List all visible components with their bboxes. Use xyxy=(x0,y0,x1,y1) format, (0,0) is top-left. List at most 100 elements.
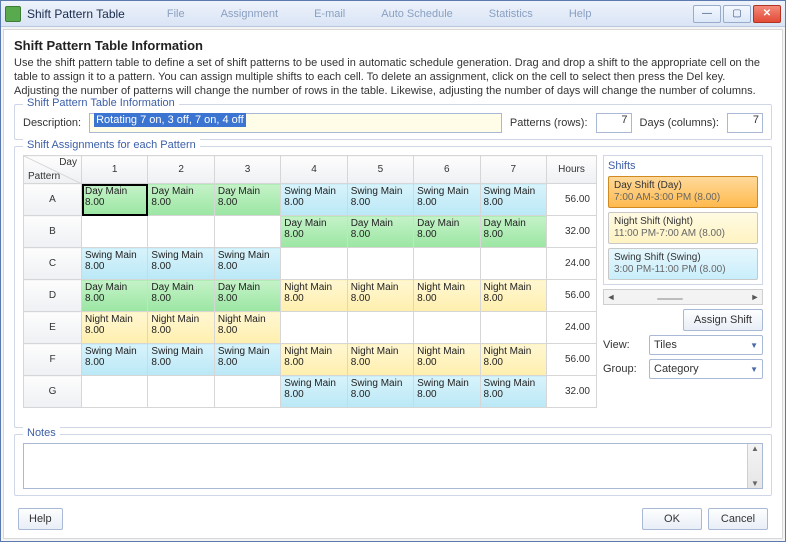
pattern-cell[interactable]: Night Main8.00 xyxy=(414,280,480,312)
info-legend: Shift Pattern Table Information xyxy=(23,97,179,109)
pattern-cell[interactable]: Swing Main8.00 xyxy=(214,248,280,280)
ok-button[interactable]: OK xyxy=(642,508,702,530)
pattern-cell[interactable]: Swing Main8.00 xyxy=(347,376,413,408)
pattern-table[interactable]: DayPattern1234567HoursADay Main8.00Day M… xyxy=(23,155,597,408)
days-input[interactable]: 7 xyxy=(727,113,763,133)
pattern-cell[interactable]: Night Main8.00 xyxy=(347,344,413,376)
info-fieldset: Shift Pattern Table Information Descript… xyxy=(14,104,772,140)
shifts-box: Shifts Day Shift (Day)7:00 AM-3:00 PM (8… xyxy=(603,155,763,285)
days-label: Days (columns): xyxy=(640,117,719,129)
assignments-fieldset: Shift Assignments for each Pattern DayPa… xyxy=(14,146,772,428)
notes-vscrollbar[interactable]: ▲▼ xyxy=(747,444,762,488)
pattern-cell[interactable]: Day Main8.00 xyxy=(214,184,280,216)
pattern-cell-empty[interactable] xyxy=(480,248,546,280)
day-header[interactable]: 7 xyxy=(480,156,546,184)
pattern-cell[interactable]: Night Main8.00 xyxy=(148,312,214,344)
group-combo[interactable]: Category▼ xyxy=(649,359,763,379)
pattern-cell[interactable]: Day Main8.00 xyxy=(82,280,148,312)
day-header[interactable]: 5 xyxy=(347,156,413,184)
close-button[interactable]: ✕ xyxy=(753,5,781,23)
pattern-cell[interactable]: Night Main8.00 xyxy=(281,280,347,312)
pattern-cell[interactable]: Night Main8.00 xyxy=(347,280,413,312)
day-header[interactable]: 6 xyxy=(414,156,480,184)
pattern-cell[interactable]: Swing Main8.00 xyxy=(281,376,347,408)
menu-hints: FileAssignmentE-mailAuto ScheduleStatist… xyxy=(125,8,693,20)
row-hours: 32.00 xyxy=(547,216,597,248)
pattern-cell[interactable]: Swing Main8.00 xyxy=(414,184,480,216)
side-panel: Shifts Day Shift (Day)7:00 AM-3:00 PM (8… xyxy=(603,155,763,421)
help-button[interactable]: Help xyxy=(18,508,63,530)
pattern-cell-empty[interactable] xyxy=(82,216,148,248)
pattern-cell[interactable]: Night Main8.00 xyxy=(281,344,347,376)
day-header[interactable]: 4 xyxy=(281,156,347,184)
pattern-cell[interactable]: Swing Main8.00 xyxy=(82,248,148,280)
pattern-row-header[interactable]: C xyxy=(24,248,82,280)
shift-item[interactable]: Day Shift (Day)7:00 AM-3:00 PM (8.00) xyxy=(608,176,758,208)
pattern-cell[interactable]: Swing Main8.00 xyxy=(82,344,148,376)
description-input[interactable]: Rotating 7 on, 3 off, 7 on, 4 off xyxy=(89,113,502,133)
pattern-cell-empty[interactable] xyxy=(414,312,480,344)
day-header[interactable]: 1 xyxy=(82,156,148,184)
pattern-cell[interactable]: Night Main8.00 xyxy=(480,344,546,376)
pattern-cell[interactable]: Swing Main8.00 xyxy=(148,248,214,280)
pattern-cell[interactable]: Swing Main8.00 xyxy=(148,344,214,376)
pattern-cell[interactable]: Day Main8.00 xyxy=(214,280,280,312)
pattern-cell[interactable]: Swing Main8.00 xyxy=(347,184,413,216)
pattern-cell-empty[interactable] xyxy=(148,216,214,248)
shift-item[interactable]: Night Shift (Night)11:00 PM-7:00 AM (8.0… xyxy=(608,212,758,244)
pattern-cell-empty[interactable] xyxy=(414,248,480,280)
pattern-cell[interactable]: Day Main8.00 xyxy=(148,280,214,312)
minimize-button[interactable]: — xyxy=(693,5,721,23)
titlebar[interactable]: Shift Pattern Table FileAssignmentE-mail… xyxy=(1,1,785,27)
hours-header: Hours xyxy=(547,156,597,184)
pattern-cell[interactable]: Swing Main8.00 xyxy=(214,344,280,376)
patterns-input[interactable]: 7 xyxy=(596,113,632,133)
scroll-right-icon[interactable]: ► xyxy=(748,292,762,302)
pattern-cell-empty[interactable] xyxy=(347,312,413,344)
pattern-cell[interactable]: Night Main8.00 xyxy=(480,280,546,312)
cancel-button[interactable]: Cancel xyxy=(708,508,768,530)
scroll-thumb[interactable] xyxy=(657,298,683,300)
notes-textarea[interactable]: ▲▼ xyxy=(23,443,763,489)
page-heading: Shift Pattern Table Information xyxy=(14,38,772,53)
pattern-cell-empty[interactable] xyxy=(281,248,347,280)
shift-item[interactable]: Swing Shift (Swing)3:00 PM-11:00 PM (8.0… xyxy=(608,248,758,280)
footer: Help OK Cancel xyxy=(14,502,772,532)
pattern-cell-empty[interactable] xyxy=(148,376,214,408)
pattern-row-header[interactable]: D xyxy=(24,280,82,312)
pattern-row-header[interactable]: B xyxy=(24,216,82,248)
pattern-cell[interactable]: Swing Main8.00 xyxy=(281,184,347,216)
pattern-cell[interactable]: Swing Main8.00 xyxy=(480,376,546,408)
pattern-cell[interactable]: Day Main8.00 xyxy=(414,216,480,248)
pattern-cell[interactable]: Day Main8.00 xyxy=(82,184,148,216)
pattern-cell-empty[interactable] xyxy=(347,248,413,280)
pattern-cell[interactable]: Day Main8.00 xyxy=(148,184,214,216)
pattern-row-header[interactable]: F xyxy=(24,344,82,376)
scroll-left-icon[interactable]: ◄ xyxy=(604,292,618,302)
pattern-cell-empty[interactable] xyxy=(480,312,546,344)
description-label: Description: xyxy=(23,117,81,129)
day-header[interactable]: 3 xyxy=(214,156,280,184)
pattern-cell-empty[interactable] xyxy=(82,376,148,408)
pattern-cell-empty[interactable] xyxy=(214,216,280,248)
pattern-row-header[interactable]: E xyxy=(24,312,82,344)
pattern-cell[interactable]: Swing Main8.00 xyxy=(480,184,546,216)
view-label: View: xyxy=(603,339,643,351)
shifts-hscrollbar[interactable]: ◄ ► xyxy=(603,289,763,305)
pattern-cell[interactable]: Swing Main8.00 xyxy=(414,376,480,408)
pattern-cell[interactable]: Night Main8.00 xyxy=(82,312,148,344)
pattern-cell[interactable]: Day Main8.00 xyxy=(347,216,413,248)
pattern-cell[interactable]: Day Main8.00 xyxy=(281,216,347,248)
maximize-button[interactable]: ▢ xyxy=(723,5,751,23)
pattern-cell-empty[interactable] xyxy=(281,312,347,344)
day-header[interactable]: 2 xyxy=(148,156,214,184)
pattern-cell[interactable]: Night Main8.00 xyxy=(214,312,280,344)
intro-text: Use the shift pattern table to define a … xyxy=(14,57,772,98)
view-combo[interactable]: Tiles▼ xyxy=(649,335,763,355)
pattern-row-header[interactable]: G xyxy=(24,376,82,408)
pattern-cell[interactable]: Night Main8.00 xyxy=(414,344,480,376)
pattern-row-header[interactable]: A xyxy=(24,184,82,216)
assign-shift-button[interactable]: Assign Shift xyxy=(683,309,763,331)
pattern-cell[interactable]: Day Main8.00 xyxy=(480,216,546,248)
pattern-cell-empty[interactable] xyxy=(214,376,280,408)
